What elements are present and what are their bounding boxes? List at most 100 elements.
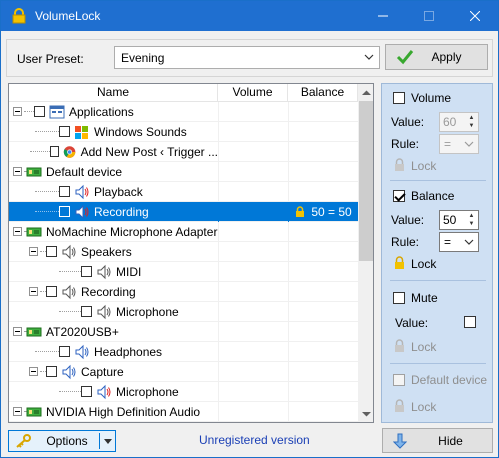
volume-checkbox[interactable] bbox=[393, 92, 405, 104]
volume-cell bbox=[218, 381, 288, 402]
tree-row[interactable]: Applications bbox=[9, 101, 358, 122]
padlock-icon bbox=[12, 8, 26, 24]
tree-row[interactable]: Microphone bbox=[9, 301, 358, 322]
row-checkbox[interactable] bbox=[59, 126, 70, 137]
padlock-icon bbox=[395, 339, 404, 352]
key-icon bbox=[16, 434, 31, 448]
tree-row[interactable]: NoMachine Microphone Adapter bbox=[9, 221, 358, 242]
collapse-toggle[interactable] bbox=[13, 107, 22, 116]
maximize-button[interactable] bbox=[406, 1, 452, 31]
balance-cell bbox=[288, 221, 358, 242]
row-checkbox[interactable] bbox=[34, 106, 45, 117]
windows-logo-icon bbox=[75, 125, 88, 139]
column-name[interactable]: Name bbox=[9, 84, 218, 102]
row-checkbox[interactable] bbox=[59, 186, 70, 197]
row-checkbox[interactable] bbox=[59, 346, 70, 357]
tree-row[interactable]: Playback bbox=[9, 181, 358, 202]
row-checkbox[interactable] bbox=[59, 206, 70, 217]
client-area: User Preset: Evening Apply Name Volume B… bbox=[1, 31, 498, 457]
volume-value-input[interactable]: 60 ▲ ▼ bbox=[439, 112, 479, 132]
row-label: Headphones bbox=[94, 344, 163, 359]
tree-row[interactable]: Default device bbox=[9, 161, 358, 182]
speaker-active-icon bbox=[75, 184, 89, 199]
column-balance[interactable]: Balance bbox=[288, 84, 358, 102]
preset-value: Evening bbox=[121, 51, 165, 65]
balance-value-label: Value: bbox=[391, 213, 425, 227]
scrollbar-thumb[interactable] bbox=[359, 101, 373, 261]
volume-rule-value: = bbox=[444, 137, 452, 151]
tree-row[interactable]: Windows Sounds bbox=[9, 121, 358, 142]
volume-lock-button[interactable]: Lock bbox=[411, 159, 436, 173]
mute-value-checkbox[interactable] bbox=[464, 316, 476, 328]
column-volume[interactable]: Volume bbox=[218, 84, 288, 102]
tree-row[interactable]: Capture bbox=[9, 361, 358, 382]
collapse-toggle[interactable] bbox=[13, 167, 22, 176]
default-device-checkbox[interactable] bbox=[393, 374, 405, 386]
title-bar[interactable]: VolumeLock bbox=[1, 1, 498, 31]
row-checkbox[interactable] bbox=[46, 286, 57, 297]
lock-settings-panel: Volume Value: 60 ▲ ▼ Rule: = Lock Balance… bbox=[381, 83, 493, 423]
collapse-toggle[interactable] bbox=[29, 287, 38, 296]
volume-cell bbox=[218, 181, 288, 202]
volume-label: Volume bbox=[411, 91, 452, 105]
row-checkbox[interactable] bbox=[46, 246, 57, 257]
chrome-icon bbox=[64, 145, 76, 158]
balance-cell bbox=[288, 121, 358, 142]
preset-select[interactable]: Evening bbox=[114, 46, 380, 69]
row-checkbox[interactable] bbox=[50, 146, 60, 157]
tree-row[interactable]: Microphone bbox=[9, 381, 358, 402]
tree-row[interactable]: AT2020USB+ bbox=[9, 321, 358, 342]
close-icon bbox=[470, 11, 480, 21]
balance-cell bbox=[288, 281, 358, 302]
row-checkbox[interactable] bbox=[81, 306, 92, 317]
scroll-up-button[interactable] bbox=[358, 84, 373, 101]
collapse-toggle[interactable] bbox=[29, 367, 38, 376]
collapse-toggle[interactable] bbox=[29, 247, 38, 256]
collapse-toggle[interactable] bbox=[13, 227, 22, 236]
tree-row[interactable]: Speakers bbox=[9, 241, 358, 262]
tree-row-selected[interactable]: Recording 50 = 50 bbox=[9, 201, 358, 222]
volume-value-label: Value: bbox=[391, 115, 425, 129]
row-checkbox[interactable] bbox=[81, 386, 92, 397]
tree-row[interactable]: NVIDIA High Definition Audio bbox=[9, 401, 358, 422]
scroll-down-button[interactable] bbox=[358, 405, 373, 422]
balance-value-input[interactable]: 50 ▲ ▼ bbox=[439, 210, 479, 230]
tree-body: Applications Windows Sounds Add New Post… bbox=[9, 101, 358, 422]
options-button[interactable]: Options bbox=[9, 431, 99, 451]
spinner-icon[interactable]: ▲ ▼ bbox=[466, 212, 477, 228]
default-device-lock-button[interactable]: Lock bbox=[411, 400, 436, 414]
balance-cell bbox=[288, 241, 358, 262]
balance-checkbox[interactable] bbox=[393, 190, 405, 202]
collapse-toggle[interactable] bbox=[13, 407, 22, 416]
tree-row[interactable]: Headphones bbox=[9, 341, 358, 362]
apply-button[interactable]: Apply bbox=[385, 44, 488, 70]
options-label: Options bbox=[46, 434, 88, 448]
balance-cell bbox=[288, 161, 358, 182]
tree-row[interactable]: Recording bbox=[9, 281, 358, 302]
vertical-scrollbar[interactable] bbox=[358, 84, 373, 422]
options-dropdown-button[interactable] bbox=[101, 431, 115, 451]
row-checkbox[interactable] bbox=[81, 266, 92, 277]
row-checkbox[interactable] bbox=[46, 366, 57, 377]
spinner-icon[interactable]: ▲ ▼ bbox=[466, 114, 477, 130]
tree-row[interactable]: MIDI bbox=[9, 261, 358, 282]
device-tree[interactable]: Name Volume Balance Applications Windows… bbox=[8, 83, 374, 423]
tree-row[interactable]: Add New Post ‹ Trigger ... bbox=[9, 141, 358, 162]
balance-rule-select[interactable]: = bbox=[439, 232, 479, 252]
options-split-button[interactable]: Options bbox=[8, 430, 116, 452]
close-button[interactable] bbox=[452, 1, 498, 31]
volume-rule-select[interactable]: = bbox=[439, 134, 479, 154]
mute-checkbox[interactable] bbox=[393, 292, 405, 304]
hide-button[interactable]: Hide bbox=[382, 428, 493, 453]
balance-cell bbox=[288, 401, 358, 422]
balance-cell bbox=[288, 341, 358, 362]
minimize-button[interactable] bbox=[360, 1, 406, 31]
speaker-icon bbox=[97, 264, 111, 279]
chevron-down-icon bbox=[464, 141, 474, 147]
row-label: Recording bbox=[81, 284, 136, 299]
collapse-toggle[interactable] bbox=[13, 327, 22, 336]
preset-label: User Preset: bbox=[17, 52, 84, 66]
balance-lock-button[interactable]: Lock bbox=[411, 257, 436, 271]
mute-lock-button[interactable]: Lock bbox=[411, 340, 436, 354]
row-label: Recording bbox=[94, 204, 149, 219]
